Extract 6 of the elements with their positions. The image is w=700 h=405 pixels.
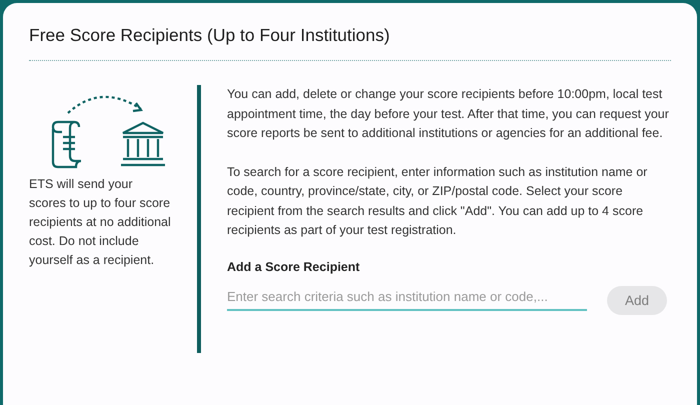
info-paragraph: You can add, delete or change your score recipients before 10:00pm, local test appointment time, the day before your test. After that time, you can request your score reports be sent to additional institutions or agencies for an additional fee. bbox=[227, 86, 670, 142]
info-paragraph: To search for a score recipient, enter information such as institution name or code, country, province/state, city, or ZIP/postal code. Select your score recipient from the search results and click "Add". You can add up to 4 score recipients as part of your test registration. bbox=[227, 164, 648, 239]
card-title: Free Score Recipients (Up to Four Institutions) bbox=[29, 25, 671, 61]
field-label: Add a Score Recipient bbox=[227, 260, 361, 274]
info-note: ETS will send your scores to up to four score recipients at no additional cost. Do not include yourself as a recipient. bbox=[29, 176, 171, 269]
search-field[interactable]: Enter search criteria such as institution name or code,... bbox=[227, 284, 587, 310]
